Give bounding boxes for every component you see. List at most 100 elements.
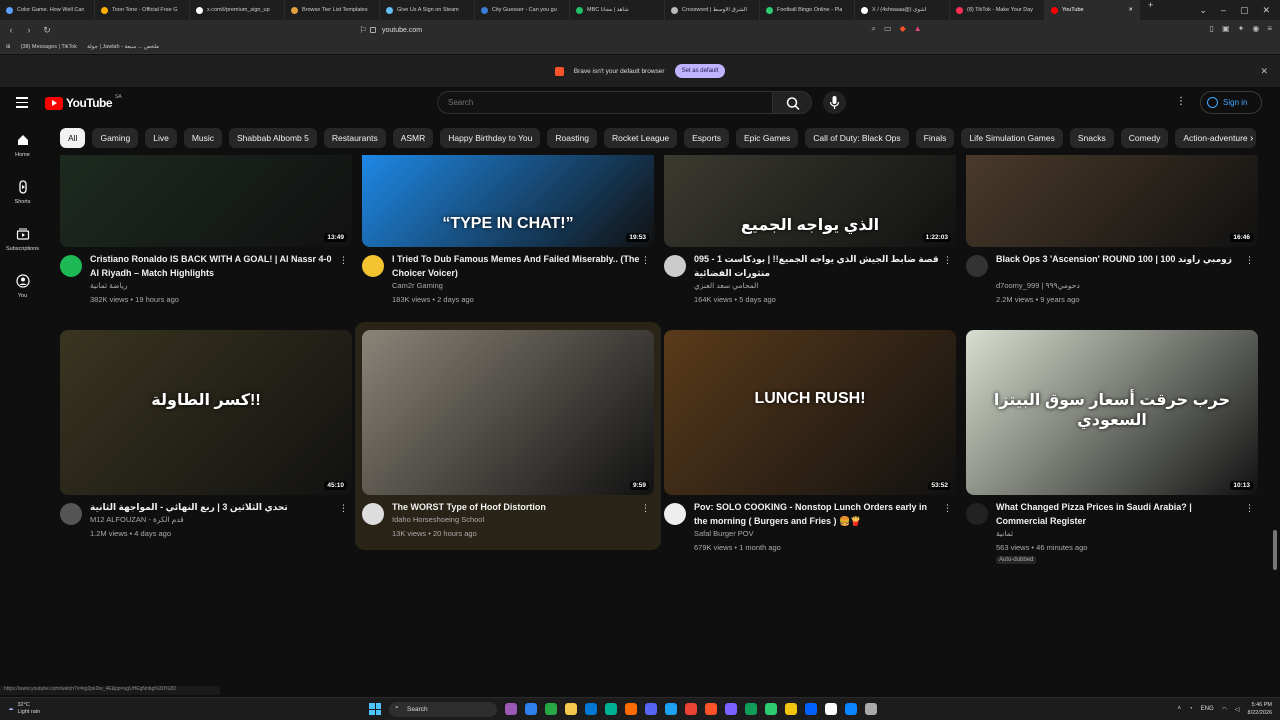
video-card[interactable]: 16:46 Black Ops 3 'Ascension' ROUND 100 |… [966,82,1258,307]
taskbar-app-icon[interactable] [645,703,657,715]
video-card[interactable]: الذي يواجه الجميع 1:22:03 095 - 1 قصة ضابط… [664,82,956,307]
minimize-icon[interactable]: – [1221,5,1226,16]
avatar[interactable] [966,503,988,525]
rail-item-shorts[interactable]: Shorts [0,175,45,222]
taskbar-app-icon[interactable] [585,703,597,715]
channel-name[interactable]: ثمانية [996,529,1013,538]
video-thumbnail[interactable]: حرب حرقت أسعار سوق البيتزا السعودي 10:13 [966,330,1258,495]
video-thumbnail[interactable]: LUNCH RUSH! 53:52 [664,330,956,495]
apps-grid-icon[interactable]: ⊞ [6,44,11,50]
maximize-icon[interactable]: ▢ [1240,5,1249,16]
hamburger-menu-icon[interactable] [16,97,28,108]
video-title[interactable]: Cristiano Ronaldo IS BACK WITH A GOAL! |… [90,253,338,280]
site-info-icon[interactable] [370,27,376,33]
network-icon[interactable]: ◔ [1189,706,1193,712]
more-actions-icon[interactable]: ⋮ [641,503,650,514]
video-thumbnail[interactable]: كسر الطاولة!! 45:10 [60,330,352,495]
browser-tab[interactable]: MBC شاهد | مجاناً [570,0,665,20]
taskbar-app-icon[interactable] [725,703,737,715]
channel-name[interactable]: Cam2r Gaming [392,281,443,290]
windows-start-icon[interactable] [369,703,381,715]
more-actions-icon[interactable]: ⋮ [641,255,650,266]
vpn-icon[interactable]: ◉ [1252,24,1259,34]
bookmark-icon[interactable]: ⚐ [356,25,370,36]
video-card[interactable]: LUNCH RUSH! 53:52 Pov: SOLO COOKING - Nons… [664,330,956,555]
taskbar-search[interactable]: ⌕ Search [389,702,497,717]
taskbar-app-icon[interactable] [605,703,617,715]
close-window-icon[interactable]: ✕ [1262,5,1270,16]
bookmark-item[interactable]: جولة | Jawlah - ملخص ... سبعة [87,44,159,50]
more-actions-icon[interactable]: ⋮ [339,255,348,266]
video-title[interactable]: Pov: SOLO COOKING - Nonstop Lunch Orders… [694,501,942,528]
close-icon[interactable]: ✕ [1260,66,1268,77]
taskbar-app-icon[interactable] [545,703,557,715]
avatar[interactable] [664,503,686,525]
video-title[interactable]: 095 - 1 قصة ضابط الجيش الذي يواجه الجميع… [694,253,942,280]
channel-name[interactable]: d7oomy_999 | دحومي٩٩٩ [996,281,1080,290]
taskbar-app-icon[interactable] [765,703,777,715]
browser-tab[interactable]: Color Game. How Well Can [0,0,95,20]
chevron-up-icon[interactable]: ˄ [1178,706,1182,712]
cast-icon[interactable]: ▭ [884,24,892,34]
taskbar-app-icon[interactable] [505,703,517,715]
back-icon[interactable]: ‹ [4,25,18,35]
video-card[interactable]: “TYPE IN CHAT!” 19:53 I Tried To Dub Famou… [362,82,654,307]
browser-tab[interactable]: City Guesser - Can you gu [475,0,570,20]
more-actions-icon[interactable]: ⋮ [943,255,952,266]
browser-tab[interactable]: X / (4shwaaa@) اشوى [855,0,950,20]
rail-item-home[interactable]: Home [0,128,45,175]
zoom-icon[interactable]: ⌕ [872,24,876,34]
tab-search-icon[interactable]: ⌄ [1199,5,1207,16]
scrollbar-thumb[interactable] [1273,530,1277,570]
browser-tab[interactable]: Crossword | الشرق الأوسط [665,0,760,20]
taskbar-app-icon[interactable] [625,703,637,715]
wallet-icon[interactable]: ▣ [1222,24,1230,34]
channel-name[interactable]: M12 ALFOUZAN - قدم الكرة [90,515,184,524]
taskbar-app-icon[interactable] [705,703,717,715]
forward-icon[interactable]: › [22,25,36,35]
new-tab-icon[interactable]: + [1140,0,1161,20]
video-thumbnail[interactable]: 9:59 [362,330,654,495]
video-title[interactable]: I Tried To Dub Famous Memes And Failed M… [392,253,640,280]
rail-item-you[interactable]: You [0,269,45,316]
bookmark-item[interactable]: (38) Messages | TikTok [21,44,77,50]
brave-rewards-icon[interactable]: ▲ [914,24,922,34]
video-card[interactable]: حرب حرقت أسعار سوق البيتزا السعودي 10:13 W… [966,330,1258,564]
channel-name[interactable]: المحامي سعد العنزي [694,281,758,290]
more-actions-icon[interactable]: ⋮ [1245,255,1254,266]
browser-tab[interactable]: Browse Tier List Templates [285,0,380,20]
video-title[interactable]: تحدي الثلاثين 3 | ربع النهائي - المواجهة… [90,501,338,515]
avatar[interactable] [60,503,82,525]
lang-indicator[interactable]: ENG [1201,706,1214,712]
taskbar-app-icon[interactable] [785,703,797,715]
brave-shields-icon[interactable]: ◆ [900,24,906,34]
browser-tab[interactable]: Football Bingo Online - Pla [760,0,855,20]
avatar[interactable] [362,255,384,277]
url-field[interactable]: youtube.com [370,23,910,37]
browser-tab[interactable]: YouTube ✕ [1045,0,1140,20]
video-thumbnail[interactable]: 16:46 [966,155,1258,247]
taskbar-app-icon[interactable] [525,703,537,715]
video-thumbnail[interactable]: الذي يواجه الجميع 1:22:03 [664,155,956,247]
channel-name[interactable]: رياضة ثمانية [90,281,128,290]
avatar[interactable] [362,503,384,525]
more-actions-icon[interactable]: ⋮ [1245,503,1254,514]
clock[interactable]: 5:46 PM 8/22/2026 [1248,701,1272,717]
taskbar-app-icon[interactable] [845,703,857,715]
more-actions-icon[interactable]: ⋮ [339,503,348,514]
video-thumbnail[interactable]: 13:49 [60,155,352,247]
channel-name[interactable]: Safal Burger POV [694,529,754,538]
reload-icon[interactable]: ↻ [40,25,54,36]
browser-tab[interactable]: (8) TikTok - Make Your Day [950,0,1045,20]
wifi-icon[interactable]: ◠ [1222,706,1227,713]
avatar[interactable] [60,255,82,277]
taskbar-app-icon[interactable] [685,703,697,715]
browser-tab[interactable]: Toon Tone - Official Free G [95,0,190,20]
volume-icon[interactable]: ◁ [1235,706,1240,713]
more-actions-icon[interactable]: ⋮ [943,503,952,514]
menu-icon[interactable]: ≡ [1267,24,1272,34]
close-tab-icon[interactable]: ✕ [1128,7,1133,13]
rail-item-subscriptions[interactable]: Subscriptions [0,222,45,269]
video-card[interactable]: كسر الطاولة!! 45:10 تحدي الثلاثين 3 | ربع … [60,330,352,555]
taskbar-app-icon[interactable] [865,703,877,715]
